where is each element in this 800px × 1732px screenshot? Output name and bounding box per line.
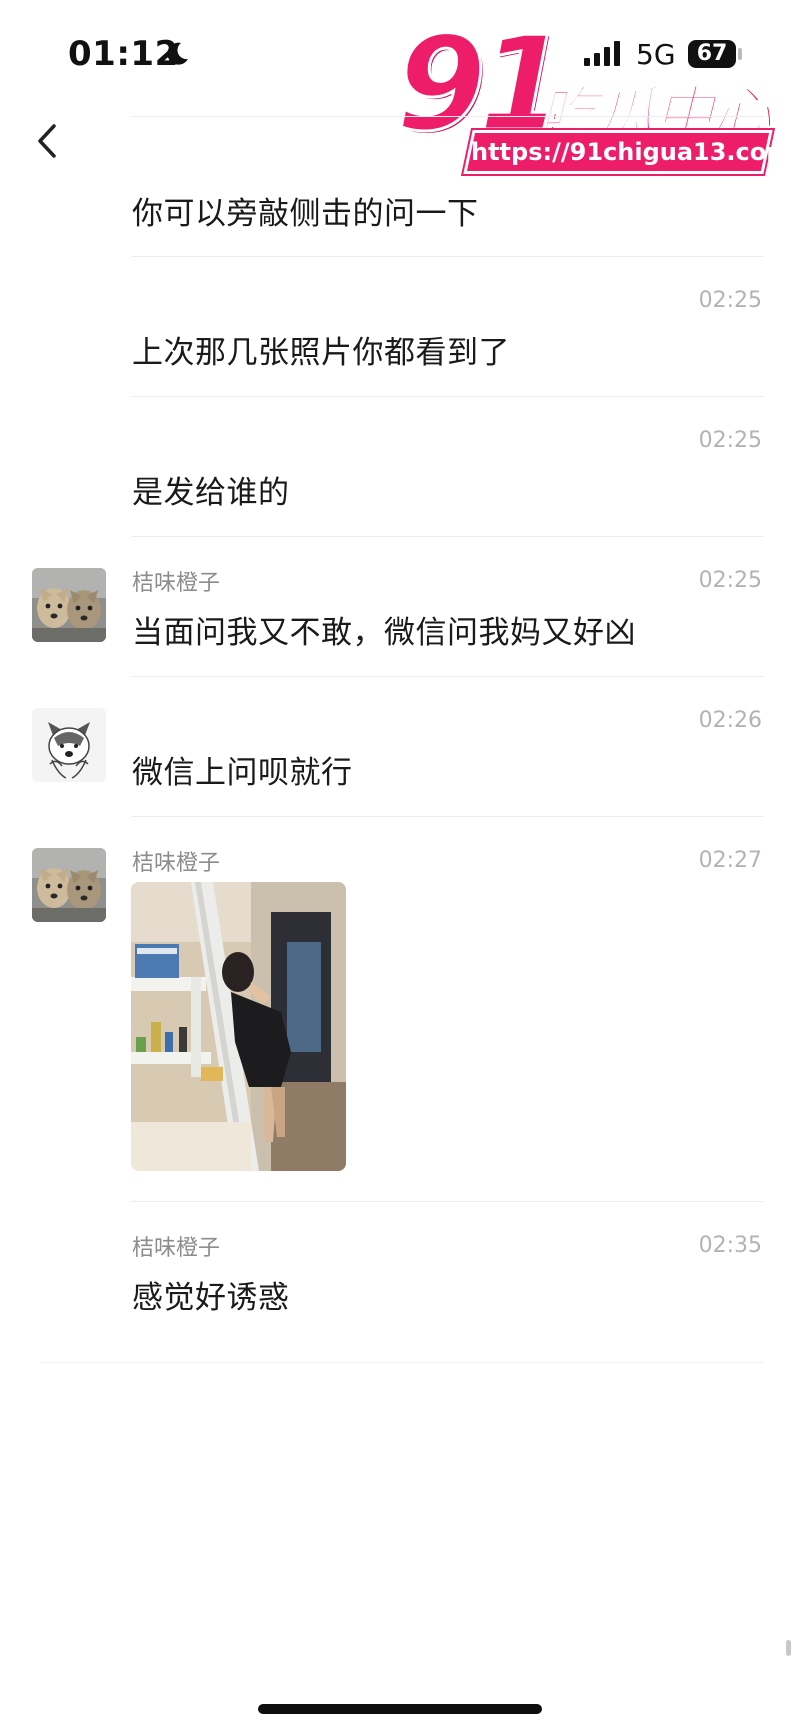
avatar-dogs[interactable]	[32, 568, 106, 642]
message-text[interactable]: 当面问我又不敢，微信问我妈又好凶	[132, 607, 636, 652]
avatar-dogs[interactable]	[32, 848, 106, 922]
avatar-cartoon-husky[interactable]	[32, 708, 106, 782]
message-photo[interactable]	[131, 882, 346, 1171]
dogs-avatar-icon	[32, 848, 106, 922]
message-separator	[131, 536, 764, 537]
moon-icon	[167, 42, 188, 65]
watermark-url: https://91chigua13.com	[471, 138, 792, 166]
message-time: 02:25	[698, 568, 762, 593]
message-text[interactable]: 是发给谁的	[132, 467, 290, 512]
message-separator	[131, 816, 764, 817]
scroll-indicator[interactable]	[786, 1640, 791, 1656]
message-time: 02:35	[698, 1233, 762, 1258]
message-sender: 桔味橙子	[132, 851, 221, 876]
message-separator	[131, 256, 764, 257]
message-sender: 桔味橙子	[132, 571, 221, 596]
message-time: 02:25	[698, 288, 762, 313]
message-separator	[131, 676, 764, 677]
message-separator	[131, 1201, 764, 1202]
message-text[interactable]: 微信上问呗就行	[132, 747, 353, 792]
home-indicator[interactable]	[258, 1704, 542, 1714]
message-text[interactable]: 上次那几张照片你都看到了	[132, 327, 510, 372]
message-text[interactable]: 你可以旁敲侧击的问一下	[132, 188, 479, 233]
mirror-selfie-image	[131, 882, 346, 1171]
watermark-logo: 91 吃瓜中心 https://91chigua13.com	[395, 7, 792, 186]
message-time: 02:25	[698, 428, 762, 453]
message-time: 02:26	[698, 708, 762, 733]
message-sender: 桔味橙子	[132, 1236, 221, 1261]
husky-avatar-icon	[32, 708, 106, 782]
message-separator	[131, 116, 764, 117]
dogs-avatar-icon	[32, 568, 106, 642]
list-end-divider	[40, 1362, 764, 1363]
watermark-url-box: https://91chigua13.com	[463, 130, 792, 174]
back-chevron-icon[interactable]	[28, 118, 68, 164]
message-separator	[131, 396, 764, 397]
message-text[interactable]: 感觉好诱惑	[132, 1272, 290, 1317]
message-time: 02:27	[698, 848, 762, 873]
